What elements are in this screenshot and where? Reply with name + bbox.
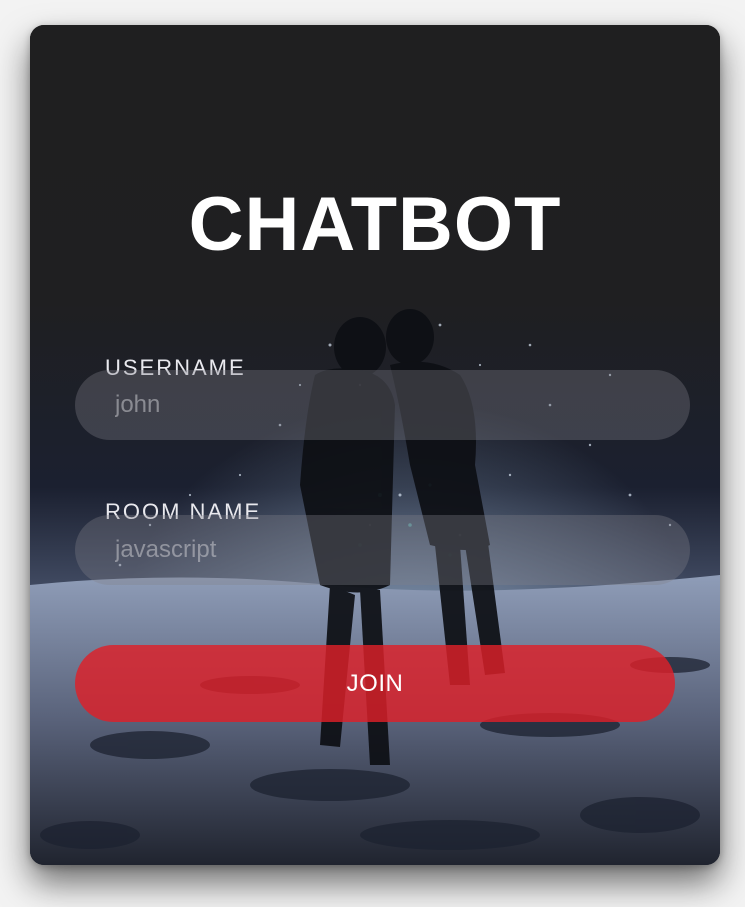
username-input[interactable] [75, 370, 690, 440]
page: CHATBOT USERNAME ROOM NAME JOIN [0, 0, 745, 907]
join-card: CHATBOT USERNAME ROOM NAME JOIN [30, 25, 720, 865]
background-photo [30, 25, 720, 865]
app-title: CHATBOT [188, 182, 562, 267]
room-name-input[interactable] [75, 515, 690, 585]
join-button[interactable]: JOIN [75, 645, 675, 722]
